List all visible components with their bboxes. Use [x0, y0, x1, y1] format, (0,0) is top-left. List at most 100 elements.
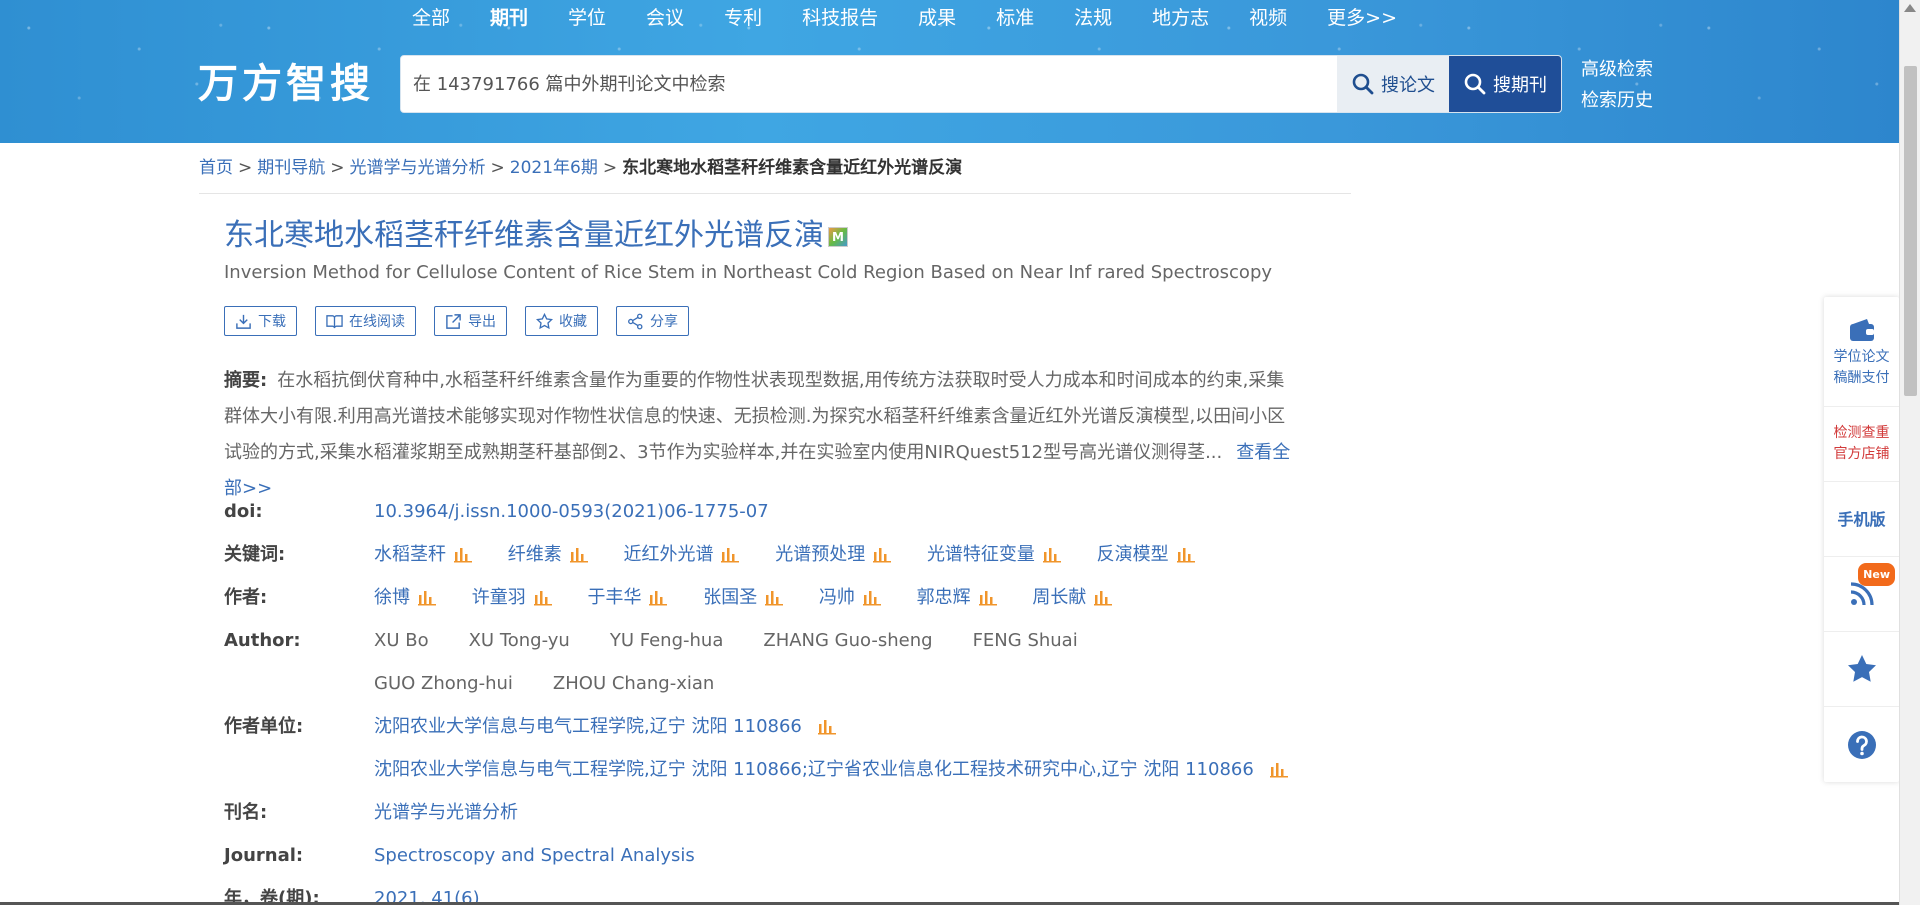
bar-chart-icon[interactable]: [721, 547, 740, 563]
nav-item-achievement[interactable]: 成果: [918, 5, 956, 31]
bar-chart-icon[interactable]: [454, 547, 472, 563]
mobile-version-button[interactable]: 手机版: [1824, 482, 1899, 557]
keyword-link[interactable]: 近红外光谱: [623, 533, 713, 576]
nav-item-all[interactable]: 全部: [412, 5, 450, 31]
keyword-link[interactable]: 反演模型: [1097, 533, 1169, 576]
bar-chart-icon[interactable]: [1094, 590, 1113, 606]
favorite-button[interactable]: 收藏: [525, 306, 598, 336]
author-en-name: XU Bo: [374, 630, 429, 651]
nav-item-journal[interactable]: 期刊: [490, 5, 528, 31]
read-online-button[interactable]: 在线阅读: [315, 306, 416, 336]
author-item: 冯帅: [819, 576, 881, 619]
search-history-link[interactable]: 检索历史: [1581, 85, 1653, 116]
breadcrumb-separator: >: [330, 158, 345, 178]
keyword-item: 近红外光谱: [623, 533, 740, 576]
scroll-up-arrow[interactable]: [1904, 4, 1916, 12]
bar-chart-icon[interactable]: [873, 547, 892, 563]
bar-chart-icon[interactable]: [817, 719, 836, 735]
doi-label: doi:: [224, 501, 263, 522]
header-links: 高级检索 检索历史: [1581, 54, 1653, 116]
keyword-link[interactable]: 光谱特征变量: [927, 533, 1035, 576]
nav-item-tech-report[interactable]: 科技报告: [802, 5, 878, 31]
rss-button[interactable]: New: [1824, 557, 1899, 632]
page-scrollbar[interactable]: [1899, 0, 1920, 905]
article-subtitle: Inversion Method for Cellulose Content o…: [224, 262, 1273, 283]
plagiarism-store-line1: 检测查重: [1833, 425, 1890, 441]
bar-chart-icon[interactable]: [1269, 762, 1288, 778]
breadcrumb-journal[interactable]: 光谱学与光谱分析: [350, 158, 486, 178]
doi-link[interactable]: 10.3964/j.issn.1000-0593(2021)06-1775-07: [374, 501, 769, 522]
journal-en-link[interactable]: Spectroscopy and Spectral Analysis: [374, 845, 695, 866]
keyword-item: 光谱特征变量: [927, 533, 1061, 576]
keyword-link[interactable]: 光谱预处理: [775, 533, 865, 576]
bar-chart-icon[interactable]: [862, 590, 881, 606]
search-input[interactable]: [401, 56, 1337, 112]
nav-item-law[interactable]: 法规: [1074, 5, 1112, 31]
authors-row: 作者: 徐博 许童羽 于丰华 张国圣 冯帅 郭忠辉 周长献: [224, 576, 1424, 619]
site-logo[interactable]: 万方智搜: [198, 60, 374, 108]
download-label: 下载: [258, 314, 286, 330]
affiliation-link[interactable]: 沈阳农业大学信息与电气工程学院,辽宁 沈阳 110866: [374, 716, 802, 737]
scroll-thumb[interactable]: [1904, 66, 1917, 396]
export-button[interactable]: 导出: [434, 306, 507, 336]
article-metadata: doi: 10.3964/j.issn.1000-0593(2021)06-17…: [224, 490, 1424, 905]
bar-chart-icon[interactable]: [569, 547, 588, 563]
read-online-label: 在线阅读: [349, 314, 405, 330]
author-en-name: ZHOU Chang-xian: [552, 673, 715, 694]
journal-cn-cell: 光谱学与光谱分析: [374, 791, 1424, 834]
search-papers-button[interactable]: 搜论文: [1337, 56, 1449, 112]
author-link[interactable]: 周长献: [1032, 576, 1086, 619]
nav-item-degree[interactable]: 学位: [568, 5, 606, 31]
breadcrumb-home[interactable]: 首页: [199, 158, 233, 178]
nav-item-more[interactable]: 更多>>: [1327, 5, 1397, 31]
keyword-item: 反演模型: [1097, 533, 1195, 576]
nav-item-standard[interactable]: 标准: [996, 5, 1034, 31]
help-button[interactable]: [1824, 707, 1899, 782]
nav-item-video[interactable]: 视频: [1249, 5, 1287, 31]
book-icon: [326, 314, 343, 328]
m-badge-icon[interactable]: M: [828, 226, 848, 247]
plagiarism-store-button[interactable]: 检测查重 官方店铺: [1824, 407, 1899, 482]
nav-item-patent[interactable]: 专利: [724, 5, 762, 31]
bar-chart-icon[interactable]: [418, 590, 436, 606]
author-link[interactable]: 张国圣: [703, 576, 757, 619]
year-label: 年，卷(期):: [224, 888, 320, 905]
author-link[interactable]: 于丰华: [587, 576, 641, 619]
bar-chart-icon[interactable]: [1042, 547, 1061, 563]
search-journals-button[interactable]: 搜期刊: [1449, 56, 1561, 112]
author-link[interactable]: 许童羽: [472, 576, 526, 619]
breadcrumb-issue[interactable]: 2021年6期: [510, 158, 598, 178]
favorites-button[interactable]: [1824, 632, 1899, 707]
bar-chart-icon[interactable]: [1176, 547, 1195, 563]
nav-item-local-chronicle[interactable]: 地方志: [1152, 5, 1209, 31]
journal-en-row: Journal: Spectroscopy and Spectral Analy…: [224, 834, 1424, 877]
bar-chart-icon[interactable]: [649, 590, 668, 606]
author-link[interactable]: 郭忠辉: [917, 576, 971, 619]
bar-chart-icon[interactable]: [765, 590, 784, 606]
search-journals-label: 搜期刊: [1493, 75, 1547, 95]
search-box: 搜论文 搜期刊: [400, 55, 1562, 113]
thesis-payment-button[interactable]: 学位论文 稿酬支付: [1824, 297, 1899, 407]
affiliation-list: 沈阳农业大学信息与电气工程学院,辽宁 沈阳 110866 沈阳农业大学信息与电气…: [374, 705, 1424, 791]
plagiarism-store-line2: 官方店铺: [1833, 446, 1890, 462]
breadcrumb-journal-nav[interactable]: 期刊导航: [257, 158, 325, 178]
affiliation-label: 作者单位:: [224, 716, 304, 737]
year-row: 年，卷(期): 2021, 41(6): [224, 877, 1424, 905]
author-link[interactable]: 徐博: [374, 576, 410, 619]
bar-chart-icon[interactable]: [978, 590, 997, 606]
affiliation-item: 沈阳农业大学信息与电气工程学院,辽宁 沈阳 110866: [374, 705, 1424, 748]
affiliation-row: 作者单位: 沈阳农业大学信息与电气工程学院,辽宁 沈阳 110866 沈阳农业大…: [224, 705, 1424, 791]
keywords-label: 关键词:: [224, 544, 286, 565]
author-link[interactable]: 冯帅: [819, 576, 855, 619]
keyword-link[interactable]: 水稻茎秆: [374, 533, 446, 576]
star-icon: [536, 312, 553, 329]
share-button[interactable]: 分享: [616, 306, 689, 336]
download-button[interactable]: 下载: [224, 306, 297, 336]
keyword-link[interactable]: 纤维素: [508, 533, 562, 576]
journal-cn-label: 刊名:: [224, 802, 268, 823]
bar-chart-icon[interactable]: [533, 590, 552, 606]
nav-item-conference[interactable]: 会议: [646, 5, 684, 31]
affiliation-link[interactable]: 沈阳农业大学信息与电气工程学院,辽宁 沈阳 110866;辽宁省农业信息化工程技…: [374, 759, 1254, 780]
advanced-search-link[interactable]: 高级检索: [1581, 54, 1653, 85]
journal-cn-link[interactable]: 光谱学与光谱分析: [374, 802, 518, 823]
